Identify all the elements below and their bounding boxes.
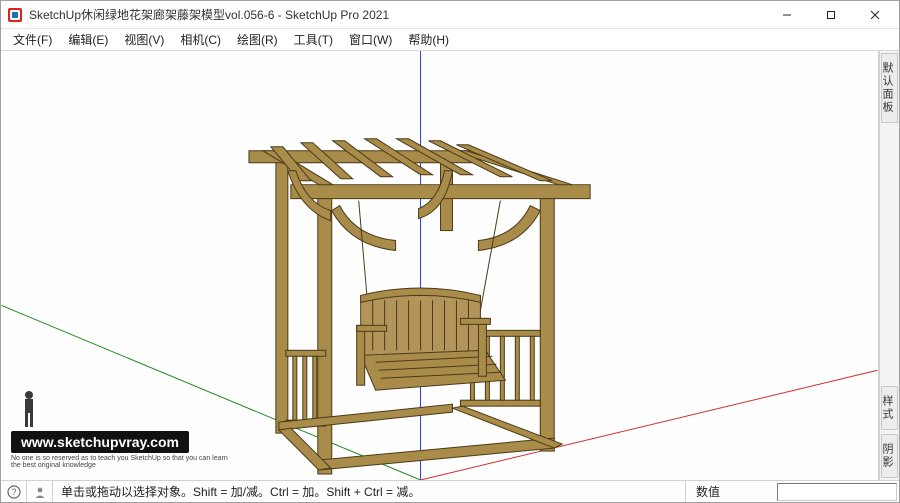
svg-text:?: ? [11, 487, 16, 497]
scene-svg [1, 51, 878, 480]
status-help-button[interactable]: ? [1, 481, 27, 502]
menu-window[interactable]: 窗口(W) [341, 29, 400, 50]
viewport-3d[interactable]: www.sketchupvray.com No one is so reserv… [1, 51, 879, 480]
side-trays: 默认面板 样式 阴影 [879, 51, 899, 480]
measurement-label: 数值 [685, 481, 775, 502]
menu-camera[interactable]: 相机(C) [172, 29, 229, 50]
menu-file[interactable]: 文件(F) [5, 29, 60, 50]
menu-view[interactable]: 视图(V) [116, 29, 172, 50]
statusbar: ? 单击或拖动以选择对象。Shift = 加/减。Ctrl = 加。Shift … [1, 480, 899, 502]
window-title: SketchUp休闲绿地花架廊架藤架模型vol.056-6 - SketchUp… [29, 6, 765, 23]
axes [2, 51, 878, 480]
pergola-model [249, 139, 590, 474]
sketchup-app-icon [7, 7, 23, 23]
tray-styles[interactable]: 样式 [881, 386, 898, 430]
titlebar[interactable]: SketchUp休闲绿地花架廊架藤架模型vol.056-6 - SketchUp… [1, 1, 899, 29]
tray-shadows[interactable]: 阴影 [881, 434, 898, 478]
maximize-button[interactable] [809, 1, 853, 29]
status-user-icon[interactable] [27, 481, 53, 502]
measurement-input[interactable] [777, 483, 897, 501]
status-hint: 单击或拖动以选择对象。Shift = 加/减。Ctrl = 加。Shift + … [53, 483, 685, 500]
window-controls [765, 1, 897, 28]
menu-draw[interactable]: 绘图(R) [229, 29, 286, 50]
app-window: SketchUp休闲绿地花架廊架藤架模型vol.056-6 - SketchUp… [0, 0, 900, 503]
minimize-button[interactable] [765, 1, 809, 29]
menu-tools[interactable]: 工具(T) [286, 29, 341, 50]
menu-help[interactable]: 帮助(H) [400, 29, 457, 50]
menubar: 文件(F) 编辑(E) 视图(V) 相机(C) 绘图(R) 工具(T) 窗口(W… [1, 29, 899, 51]
close-button[interactable] [853, 1, 897, 29]
menu-edit[interactable]: 编辑(E) [60, 29, 116, 50]
tray-default[interactable]: 默认面板 [881, 53, 898, 123]
workarea: www.sketchupvray.com No one is so reserv… [1, 51, 899, 480]
